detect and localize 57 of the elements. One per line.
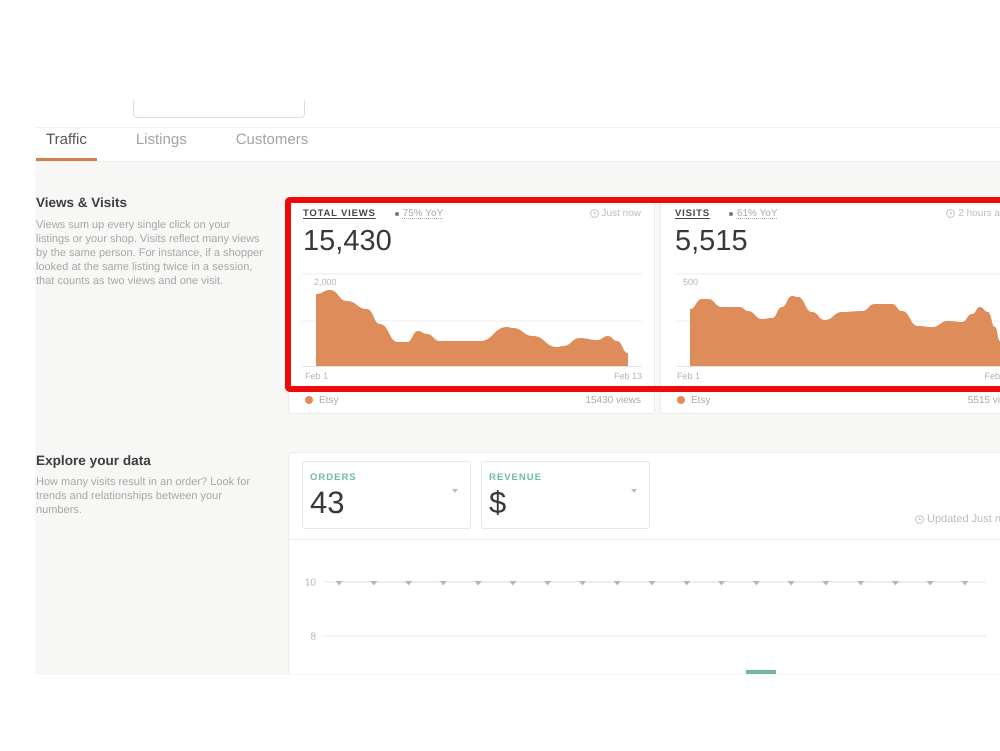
legend-label: Etsy <box>691 394 710 406</box>
data-point <box>892 581 899 586</box>
bullet-icon <box>728 212 733 216</box>
updated-label: Just now <box>602 208 641 219</box>
data-point <box>752 581 760 586</box>
caret-icon <box>452 489 458 493</box>
data-point <box>962 581 968 586</box>
data-point <box>578 581 586 586</box>
section-description: Views sum up every single click on your listings or your shop. Visits reflect many views by the same person. For instance, if a shopper looked at the same listing twice in a session, that counts as two views and one visit. <box>36 218 264 288</box>
stat-value: 15,430 <box>303 226 392 256</box>
data-point <box>474 581 482 586</box>
chart-bar <box>746 670 776 674</box>
metric-label: ORDERS <box>310 472 357 482</box>
metric-value: 43 <box>310 486 344 518</box>
metric-value: $ <box>489 486 506 518</box>
axis-label: Feb <box>984 371 1000 381</box>
axis-label: 8 <box>310 632 316 642</box>
axis-label: Feb 1 <box>677 371 700 381</box>
data-point <box>648 581 656 586</box>
data-point <box>336 581 342 586</box>
data-point <box>614 581 621 586</box>
metric-dropdown[interactable]: ORDERS 43 <box>302 461 471 529</box>
clock-icon <box>946 209 956 218</box>
bullet-icon <box>394 212 399 216</box>
legend-label: Etsy <box>319 394 338 406</box>
axis-label: 2,000 <box>314 277 337 287</box>
data-point <box>718 581 726 586</box>
axis-label: 10 <box>304 578 316 588</box>
metric-dropdown[interactable]: REVENUE $ <box>481 461 650 529</box>
stat-value: 5,515 <box>675 226 748 256</box>
section-description: How many visits result in an order? Look for trends and relationships between your numbers. <box>36 475 251 517</box>
updated-label: 2 hours a <box>958 208 1000 219</box>
data-point <box>544 581 552 586</box>
updated-label: Updated Just n <box>927 513 1000 525</box>
metric-label: REVENUE <box>489 472 542 482</box>
axis-label: 500 <box>683 277 698 287</box>
legend-total: 5515 vi <box>968 394 1000 406</box>
data-point <box>405 581 412 586</box>
data-point <box>822 581 830 586</box>
data-point <box>683 581 690 586</box>
clock-icon <box>915 514 924 524</box>
data-point <box>370 581 378 586</box>
stat-title[interactable]: TOTAL VIEWS <box>303 208 376 219</box>
legend-total: 15430 views <box>585 394 641 406</box>
data-point <box>440 581 447 586</box>
section-title: Views & Visits <box>36 195 128 210</box>
data-point <box>509 581 516 586</box>
data-point <box>788 581 795 586</box>
axis-label: Feb 1 <box>305 371 328 381</box>
data-point <box>857 581 864 586</box>
section-title: Explore your data <box>36 453 151 468</box>
stat-title[interactable]: VISITS <box>675 208 710 219</box>
axis-label: Feb 13 <box>614 371 642 381</box>
data-point <box>926 581 934 586</box>
caret-icon <box>631 489 637 493</box>
clock-icon <box>590 209 599 218</box>
search-field[interactable] <box>133 100 305 118</box>
